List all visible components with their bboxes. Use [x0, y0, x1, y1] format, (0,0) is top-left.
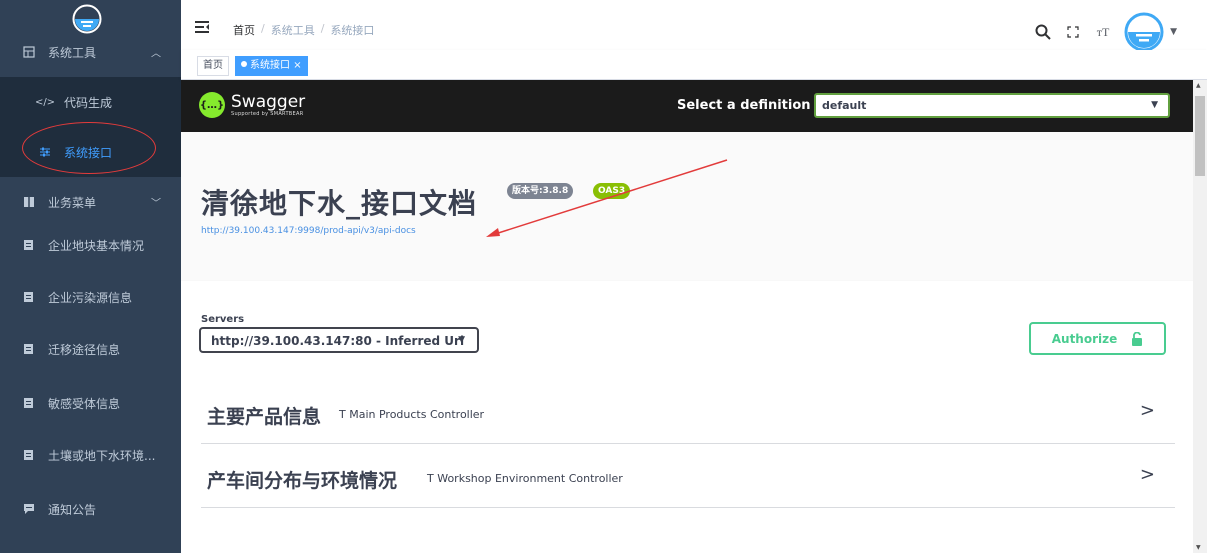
scrollbar[interactable]: ▲ ▼	[1193, 80, 1207, 553]
breadcrumb-separator: /	[320, 22, 325, 35]
api-title: 清徐地下水_接口文档	[201, 187, 478, 220]
scroll-thumb[interactable]	[1195, 96, 1205, 176]
operation-tag-desc: T Main Products Controller	[339, 408, 485, 421]
api-info: 清徐地下水_接口文档 版本号:3.8.8 OAS3 http://39.100.…	[181, 132, 1193, 281]
swagger-ui: {…} Swagger Supported by SMARTBEAR Selec…	[181, 80, 1193, 553]
book-icon	[22, 195, 36, 209]
fullscreen-icon[interactable]	[1064, 23, 1082, 41]
sidebar-item-label: 业务菜单	[48, 195, 97, 210]
swagger-brand-sub: Supported by SMARTBEAR	[231, 110, 304, 117]
tag-label: 系统接口	[250, 60, 290, 71]
operations-list: 主要产品信息 T Main Products Controller > 产车间分…	[181, 380, 1193, 553]
sidebar-item-soil-groundwater[interactable]: 土壤或地下水环境...	[0, 430, 181, 480]
close-icon[interactable]: ×	[293, 60, 301, 71]
doc-icon	[22, 238, 36, 252]
breadcrumb-current: 系统接口	[330, 24, 375, 37]
hamburger-icon[interactable]	[195, 21, 209, 33]
search-icon[interactable]	[1034, 23, 1052, 41]
api-docs-link[interactable]: http://39.100.43.147:9998/prod-api/v3/ap…	[201, 226, 416, 236]
scroll-up-icon[interactable]: ▲	[1196, 82, 1201, 89]
definition-label: Select a definition	[677, 98, 811, 113]
sidebar-item-enterprise-plot[interactable]: 企业地块基本情况	[0, 220, 181, 270]
doc-icon	[22, 342, 36, 356]
annotation-ellipse	[22, 122, 156, 174]
breadcrumb-level1: 系统工具	[270, 24, 315, 37]
authorize-button[interactable]: Authorize	[1029, 322, 1166, 355]
chevron-down-icon: ▼	[458, 335, 465, 345]
chevron-up-icon: ︿	[151, 48, 161, 60]
operation-group[interactable]: 主要产品信息 T Main Products Controller >	[201, 380, 1175, 444]
servers-label: Servers	[201, 314, 245, 325]
definition-select[interactable]: default ▼	[814, 93, 1170, 118]
avatar[interactable]	[1124, 12, 1164, 52]
chevron-right-icon: >	[1139, 464, 1155, 485]
code-icon: </>	[34, 96, 56, 108]
swagger-logo-icon: {…}	[199, 92, 225, 118]
sidebar-item-label: 代码生成	[64, 95, 113, 110]
oas-badge: OAS3	[593, 183, 631, 199]
swagger-brand: Swagger	[231, 91, 306, 112]
tag-home[interactable]: 首页	[197, 56, 229, 76]
top-navbar: 首页 / 系统工具 / 系统接口 ᴛT ▼	[181, 0, 1207, 52]
sidebar-item-sensitive-receptor[interactable]: 敏感受体信息	[0, 378, 181, 428]
font-size-icon[interactable]: ᴛT	[1094, 23, 1112, 41]
sidebar-item-label: 敏感受体信息	[48, 396, 121, 411]
tag-system-api[interactable]: 系统接口 ×	[235, 56, 308, 76]
server-select[interactable]: http://39.100.43.147:80 - Inferred Url ▼	[199, 327, 479, 353]
breadcrumb-separator: /	[261, 22, 265, 35]
sidebar-item-label: 企业地块基本情况	[48, 238, 145, 253]
sidebar-group-system-tools[interactable]: 系统工具 ︿	[0, 27, 181, 77]
sidebar-item-migration-path[interactable]: 迁移途径信息	[0, 324, 181, 374]
active-dot-icon	[241, 61, 247, 67]
sidebar-item-label: 企业污染源信息	[48, 290, 133, 305]
navbar-actions: ᴛT ▼	[1034, 12, 1177, 52]
doc-icon	[22, 396, 36, 410]
sidebar-item-notice[interactable]: 通知公告	[0, 484, 181, 534]
operation-group[interactable]: 产车间分布与环境情况 T Workshop Environment Contro…	[201, 444, 1175, 508]
caret-down-icon[interactable]: ▼	[1170, 27, 1177, 37]
tags-view: 首页 系统接口 ×	[181, 50, 1207, 80]
sidebar-item-code-gen[interactable]: </> 代码生成	[0, 77, 181, 127]
sidebar-item-label: 土壤或地下水环境...	[48, 448, 156, 463]
servers-section: Servers http://39.100.43.147:80 - Inferr…	[181, 281, 1193, 380]
sidebar: 系统工具 ︿ </> 代码生成 系统接口 业务菜单 ﹀ 企业地块基本情况 企业污…	[0, 0, 181, 553]
doc-icon	[22, 448, 36, 462]
breadcrumb: 首页 / 系统工具 / 系统接口	[233, 22, 374, 38]
swagger-topbar: {…} Swagger Supported by SMARTBEAR Selec…	[181, 80, 1193, 132]
swagger-logo[interactable]: {…} Swagger Supported by SMARTBEAR	[199, 92, 305, 118]
scroll-down-icon[interactable]: ▼	[1196, 544, 1201, 551]
version-badge: 版本号:3.8.8	[507, 183, 574, 199]
chevron-down-icon: ﹀	[151, 198, 161, 210]
chevron-right-icon: >	[1139, 400, 1155, 421]
sidebar-item-label: 通知公告	[48, 502, 97, 517]
unlock-icon	[1132, 331, 1143, 346]
doc-icon	[22, 290, 36, 304]
grid-icon	[22, 45, 36, 59]
chevron-down-icon: ▼	[1151, 100, 1158, 110]
sidebar-item-label: 迁移途径信息	[48, 342, 121, 357]
authorize-label: Authorize	[1051, 331, 1118, 346]
breadcrumb-home[interactable]: 首页	[233, 22, 255, 38]
sidebar-item-pollution-source[interactable]: 企业污染源信息	[0, 272, 181, 322]
operation-tag-desc: T Workshop Environment Controller	[427, 472, 623, 485]
server-value: http://39.100.43.147:80 - Inferred Url	[211, 334, 465, 348]
operation-tag-name: 产车间分布与环境情况	[207, 470, 398, 492]
operation-tag-name: 主要产品信息	[207, 406, 322, 428]
definition-value: default	[822, 99, 867, 112]
message-icon	[22, 502, 36, 516]
sidebar-group-label: 系统工具	[48, 45, 97, 60]
